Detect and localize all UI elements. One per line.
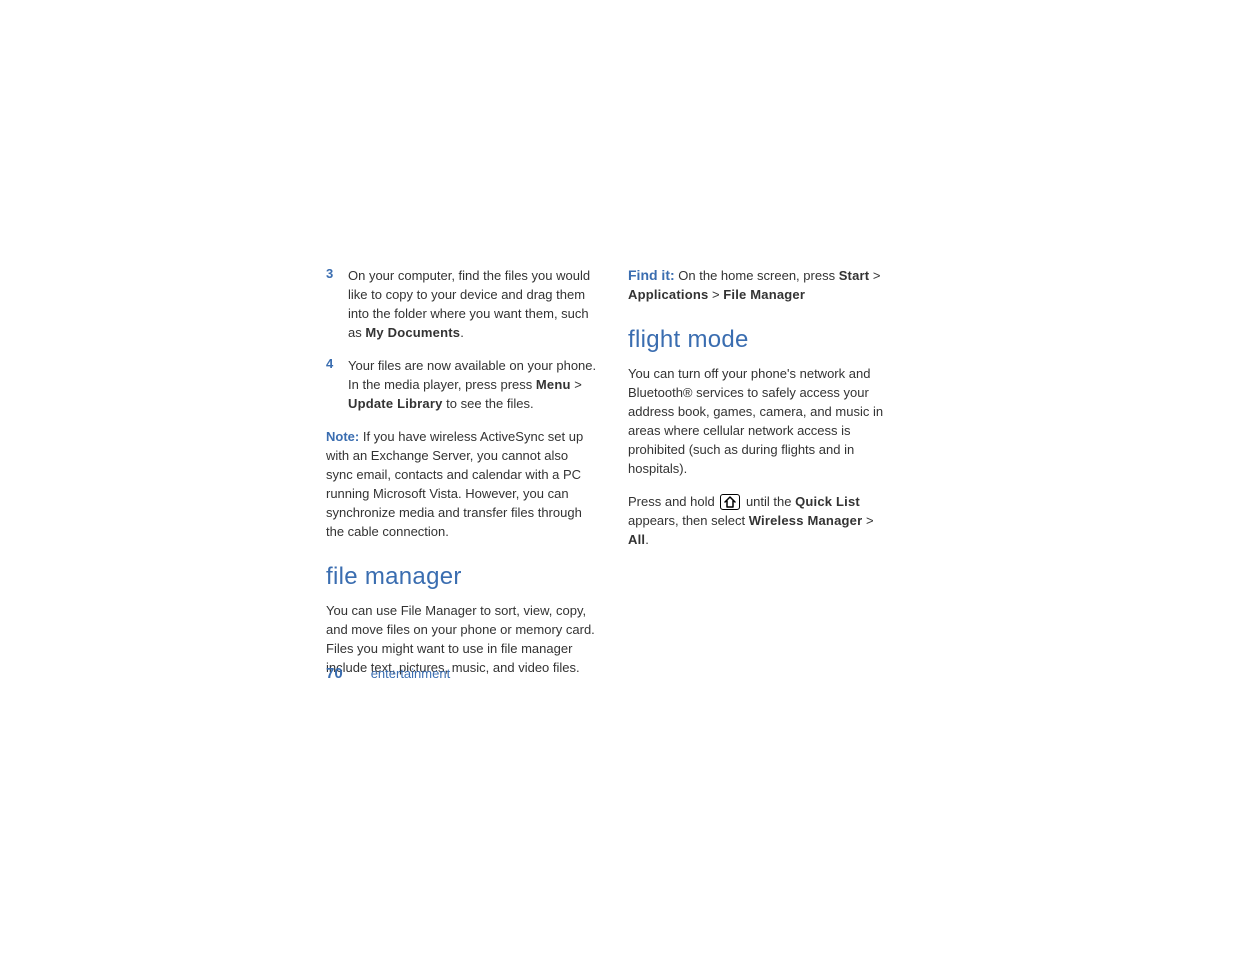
list-text: Your files are now available on your pho… (348, 356, 598, 413)
bold-text: Wireless Manager (749, 513, 863, 528)
note-paragraph: Note: If you have wireless ActiveSync se… (326, 427, 598, 541)
left-column: 3 On your computer, find the files you w… (326, 266, 598, 677)
heading-file-manager: file manager (326, 563, 598, 591)
separator: > (708, 287, 723, 302)
note-label: Note: (326, 429, 359, 444)
right-column: Find it: On the home screen, press Start… (628, 266, 890, 677)
bold-text: All (628, 532, 645, 547)
bold-text: Menu (536, 377, 571, 392)
bold-text: My Documents (365, 325, 460, 340)
text: to see the files. (443, 396, 534, 411)
text: appears, then select (628, 513, 749, 528)
text: On the home screen, press (675, 268, 839, 283)
flight-mode-text: You can turn off your phone's network an… (628, 364, 890, 478)
list-number: 4 (326, 356, 348, 413)
heading-flight-mode: flight mode (628, 326, 890, 354)
separator: > (862, 513, 873, 528)
find-it-label: Find it: (628, 267, 675, 283)
text: Press and hold (628, 494, 718, 509)
page-footer: 70 entertainment (326, 665, 450, 682)
bold-text: File Manager (723, 287, 805, 302)
bold-text: Start (839, 268, 870, 283)
section-name: entertainment (371, 666, 451, 681)
note-text: If you have wireless ActiveSync set up w… (326, 429, 583, 539)
bold-text: Applications (628, 287, 708, 302)
press-paragraph: Press and hold until the Quick List appe… (628, 492, 890, 549)
bold-text: Update Library (348, 396, 443, 411)
find-it-paragraph: Find it: On the home screen, press Start… (628, 266, 890, 304)
text: . (460, 325, 464, 340)
bold-text: Quick List (795, 494, 860, 509)
home-icon (720, 494, 740, 510)
list-number: 3 (326, 266, 348, 342)
separator: > (571, 377, 582, 392)
list-item-3: 3 On your computer, find the files you w… (326, 266, 598, 342)
list-text: On your computer, find the files you wou… (348, 266, 598, 342)
text: until the (742, 494, 795, 509)
text: . (645, 532, 649, 547)
separator: > (869, 268, 880, 283)
page-number: 70 (326, 665, 343, 682)
list-item-4: 4 Your files are now available on your p… (326, 356, 598, 413)
page-content: 3 On your computer, find the files you w… (326, 266, 910, 677)
